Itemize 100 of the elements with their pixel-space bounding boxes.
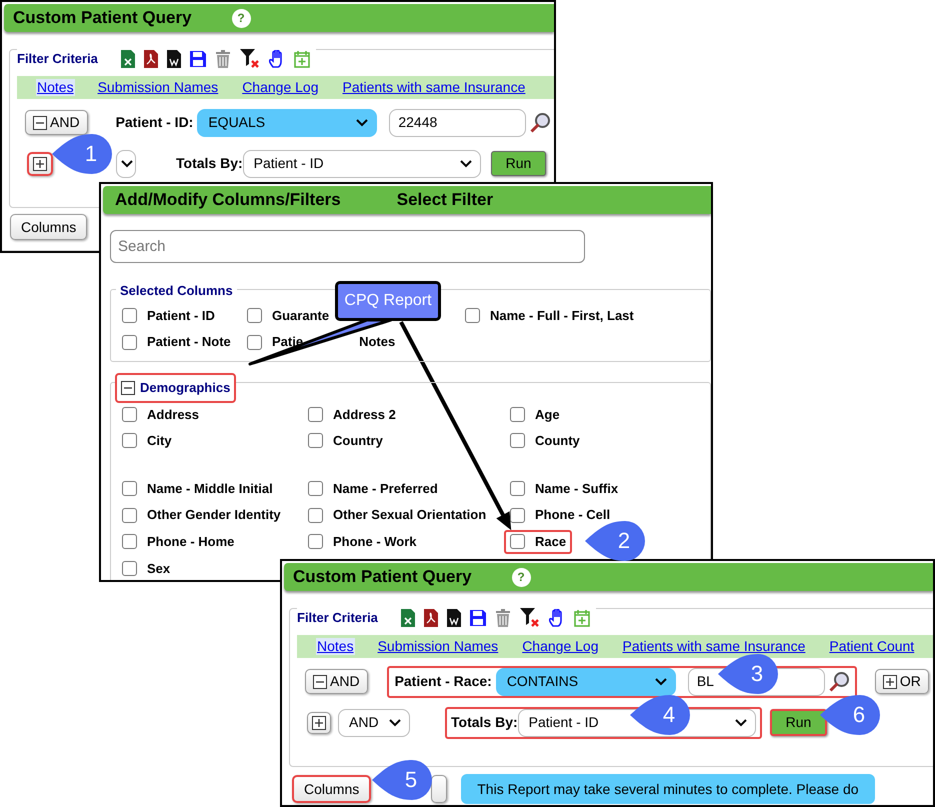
window-title: Add/Modify Columns/Filters	[115, 190, 341, 210]
or-button[interactable]: OR	[874, 669, 929, 694]
checkbox[interactable]	[510, 481, 525, 496]
option-label: Name - Suffix	[535, 480, 618, 496]
checkbox[interactable]	[122, 508, 137, 523]
option-label: County	[535, 433, 580, 449]
step-marker: 6	[820, 694, 882, 736]
chevron-icon	[654, 678, 667, 686]
option-label: Patient - Note	[147, 334, 231, 350]
option-label: Name - Middle Initial	[147, 480, 273, 496]
chevron-icon	[389, 718, 401, 727]
help-button[interactable]: ?	[512, 568, 531, 586]
search-field[interactable]: Search	[110, 230, 585, 263]
info-message: This Report may take several minutes to complete. Please do	[461, 774, 875, 804]
nav-link[interactable]: Notes	[36, 78, 75, 96]
add-button[interactable]	[307, 712, 331, 734]
callout: CPQ Report	[335, 281, 441, 321]
run-button[interactable]: Run	[490, 151, 546, 176]
option-label: Patient - ID	[147, 308, 215, 324]
chevron-icon	[356, 118, 368, 127]
checkbox[interactable]	[465, 308, 480, 324]
plus-box-icon	[882, 674, 897, 689]
search-icon	[530, 112, 550, 133]
nav-link[interactable]: Notes	[316, 638, 355, 655]
field-label: Patient - Race:	[394, 673, 492, 690]
and-button[interactable]: AND	[305, 669, 368, 694]
option-label: Name - Full - First, Last	[490, 308, 634, 324]
chevron-icon	[121, 160, 133, 168]
plus-box-icon	[312, 716, 326, 730]
checkbox[interactable]	[510, 534, 525, 550]
nav-link[interactable]: Patients with same Insurance	[621, 638, 806, 655]
option-label: Race	[535, 534, 566, 550]
field-label: Patient - ID:	[116, 114, 194, 131]
filter-clear-icon	[520, 608, 540, 628]
checkbox[interactable]	[510, 508, 525, 523]
option-label: City	[147, 433, 172, 449]
checkbox[interactable]	[122, 481, 137, 496]
step-marker: 3	[718, 653, 780, 695]
minus-box-icon	[33, 116, 47, 130]
option-label: Phone - Work	[333, 534, 417, 550]
checkbox[interactable]	[308, 433, 323, 448]
option-label: Notes	[359, 334, 396, 350]
option-label: Phone - Cell	[535, 507, 610, 523]
minus-box-icon	[313, 674, 327, 689]
checkbox[interactable]	[308, 406, 323, 422]
option-label: Age	[535, 406, 560, 422]
columns-button[interactable]: Columns	[292, 774, 372, 804]
search-icon	[828, 672, 849, 692]
nav-link[interactable]: Submission Names	[96, 78, 220, 96]
secondary-button[interactable]	[431, 774, 448, 803]
dialog-subtitle: Select Filter	[396, 190, 494, 210]
nav-link[interactable]: Submission Names	[376, 638, 500, 655]
window-title: Custom Patient Query	[293, 566, 472, 588]
checkbox[interactable]	[122, 308, 137, 324]
checkbox[interactable]	[308, 534, 323, 550]
checkbox[interactable]	[122, 560, 137, 576]
nav-link[interactable]: Patient Count	[828, 638, 916, 655]
checkbox[interactable]	[247, 334, 262, 350]
operator-select[interactable]: EQUALS	[197, 108, 378, 137]
checkbox[interactable]	[308, 508, 323, 523]
checkbox[interactable]	[122, 433, 137, 448]
chevron-icon	[734, 718, 747, 727]
checkbox[interactable]	[122, 406, 137, 422]
totals-label: Totals By:	[451, 714, 518, 731]
option-label: Other Gender Identity	[147, 507, 281, 523]
nav-link[interactable]: Change Log	[521, 638, 600, 655]
plus-box-icon	[33, 156, 47, 171]
checkbox[interactable]	[308, 481, 323, 496]
columns-button[interactable]: Columns	[10, 214, 88, 240]
option-label: Address 2	[333, 406, 396, 422]
step-marker: 1	[52, 133, 114, 175]
filter-clear-icon	[240, 48, 260, 69]
run-button[interactable]: Run	[770, 709, 828, 736]
checkbox[interactable]	[122, 334, 137, 350]
chevron-icon	[460, 160, 472, 168]
checkbox[interactable]	[510, 433, 525, 448]
checkbox[interactable]	[247, 308, 262, 324]
help-button[interactable]: ?	[232, 8, 251, 28]
nav-link[interactable]: Patients with same Insurance	[341, 78, 526, 96]
option-label: Sex	[147, 560, 170, 576]
filter-label: Filter Criteria	[297, 610, 378, 626]
join-select[interactable]: AND	[338, 708, 410, 737]
totals-select[interactable]: Patient - ID	[242, 150, 481, 178]
option-label: Guarante	[272, 308, 330, 324]
operator-select[interactable]: CONTAINS	[496, 668, 676, 696]
join-select[interactable]	[116, 150, 136, 178]
group-toggle[interactable]: Demographics	[115, 372, 236, 403]
checkbox[interactable]	[510, 406, 525, 422]
and-button[interactable]: AND	[25, 110, 88, 135]
checkbox[interactable]	[122, 534, 137, 550]
step-marker: 4	[630, 694, 692, 736]
step-marker: 5	[372, 759, 434, 801]
window-title: Custom Patient Query	[13, 8, 192, 28]
step-marker: 2	[585, 520, 647, 562]
add-button[interactable]	[27, 152, 53, 176]
option-label: Other Sexual Orientation	[333, 507, 486, 523]
option-label: Country	[333, 433, 383, 449]
option-label: Name - Preferred	[333, 480, 438, 496]
value-field[interactable]: 22448	[389, 108, 526, 137]
nav-link[interactable]: Change Log	[241, 78, 320, 96]
